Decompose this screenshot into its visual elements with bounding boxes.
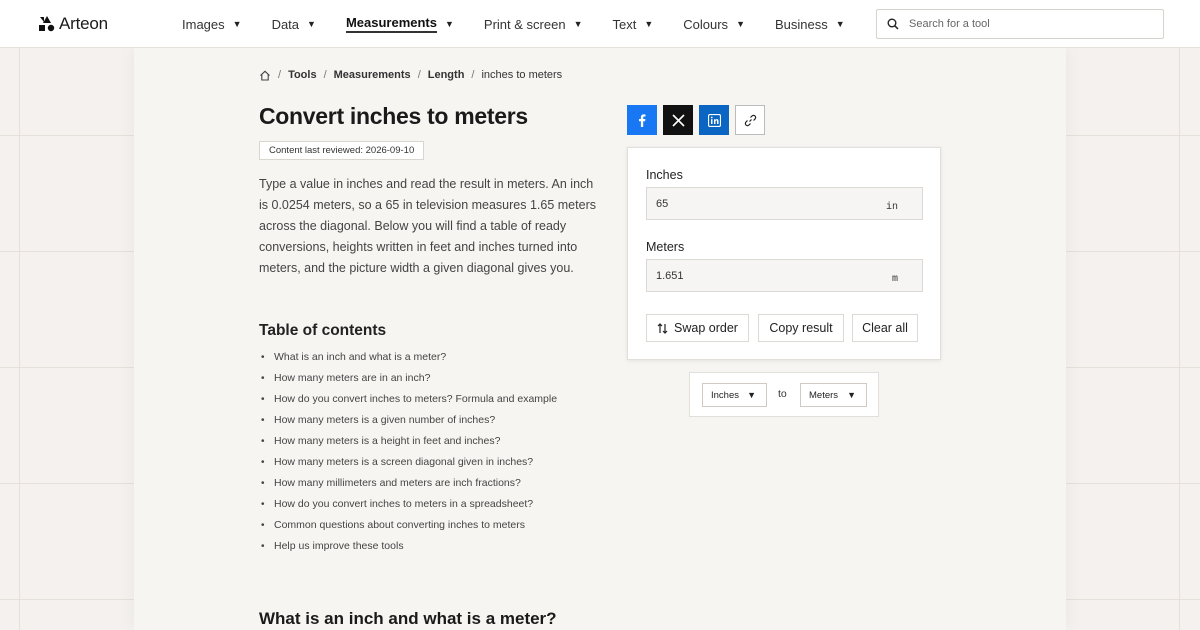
nav-item-label: Text [612, 16, 637, 32]
toc-link[interactable]: How many meters are in an inch? [259, 371, 557, 392]
toc-link[interactable]: How many millimeters and meters are inch… [259, 476, 557, 497]
toc-link[interactable]: How many meters is a screen diagonal giv… [259, 455, 557, 476]
nav-item-business[interactable]: Business ▼ [775, 0, 845, 48]
caret-down-icon: ▼ [573, 19, 583, 29]
share-linkedin-button[interactable] [699, 105, 729, 135]
share-facebook-button[interactable] [627, 105, 657, 135]
copy-result-label: Copy result [769, 321, 833, 335]
caret-down-icon: ▼ [307, 19, 316, 29]
caret-down-icon: ▼ [835, 19, 845, 29]
caret-down-icon: ▼ [747, 390, 756, 400]
swap-icon [657, 322, 668, 334]
home-icon[interactable] [259, 70, 271, 81]
nav-item-label: Images [182, 16, 225, 32]
nav-item-text[interactable]: Text ▼ [613, 0, 654, 48]
search-icon [887, 18, 899, 30]
to-field[interactable]: m [646, 259, 923, 292]
nav-item-measurements[interactable]: Measurements ▼ [345, 0, 454, 48]
toc-link[interactable]: How many meters is a height in feet and … [259, 434, 557, 455]
nav-item-label: Data [271, 16, 300, 32]
section-heading: What is an inch and what is a meter? [259, 609, 557, 628]
breadcrumb-current: inches to meters [481, 69, 563, 81]
facebook-icon [639, 113, 646, 127]
caret-down-icon: ▼ [445, 19, 454, 29]
toc-link[interactable]: Help us improve these tools [259, 539, 557, 560]
breadcrumb-separator: / [323, 69, 327, 81]
breadcrumb-link-measurements[interactable]: Measurements [334, 69, 411, 81]
page-title: Convert inches to meters [259, 103, 528, 129]
from-unit-select[interactable]: Inches ▼ [702, 383, 767, 407]
converter-panel: Inches in Meters m Swap order Copy resul… [627, 147, 941, 360]
share-x-button[interactable] [663, 105, 693, 135]
toc-link[interactable]: How do you convert inches to meters in a… [259, 497, 557, 518]
breadcrumb: / Tools / Measurements / Length / inches… [259, 69, 562, 81]
toc-link[interactable]: Common questions about converting inches… [259, 518, 557, 539]
from-unit-select-value: Inches [711, 389, 739, 401]
logo-icon [39, 16, 55, 32]
toc-link[interactable]: What is an inch and what is a meter? [259, 350, 557, 371]
caret-down-icon: ▼ [736, 19, 745, 29]
unit-connector: to [778, 388, 787, 400]
clear-all-label: Clear all [862, 321, 908, 335]
breadcrumb-separator: / [278, 69, 282, 81]
caret-down-icon: ▼ [232, 19, 242, 29]
copy-link-button[interactable] [735, 105, 765, 135]
share-buttons [627, 105, 765, 135]
breadcrumb-link-tools[interactable]: Tools [288, 69, 317, 81]
site-header: Arteon Images ▼ Data ▼ Measurements ▼ Pr… [0, 0, 1200, 48]
toc-link[interactable]: How do you convert inches to meters? For… [259, 392, 557, 413]
caret-down-icon: ▼ [847, 390, 856, 400]
nav-item-label: Business [774, 16, 828, 32]
nav-item-colours[interactable]: Colours ▼ [683, 0, 745, 48]
meters-input[interactable] [656, 269, 856, 282]
toc-heading: Table of contents [259, 322, 387, 339]
swap-order-button[interactable]: Swap order [646, 314, 749, 342]
inches-input[interactable] [656, 197, 856, 210]
copy-result-button[interactable]: Copy result [758, 314, 844, 342]
to-field-label: Meters [646, 240, 685, 254]
nav-item-label: Measurements [345, 15, 437, 33]
link-icon [744, 114, 756, 126]
search-input[interactable] [909, 18, 1149, 30]
main-nav: Images ▼ Data ▼ Measurements ▼ Print & s… [182, 0, 875, 48]
x-icon [671, 113, 685, 127]
from-field-label: Inches [646, 168, 683, 182]
table-of-contents: What is an inch and what is a meter? How… [259, 350, 557, 560]
from-unit: in [885, 202, 898, 213]
logo[interactable]: Arteon [39, 14, 108, 34]
nav-item-data[interactable]: Data ▼ [272, 0, 316, 48]
caret-down-icon: ▼ [644, 19, 654, 29]
swap-order-label: Swap order [674, 321, 738, 335]
from-field[interactable]: in [646, 187, 923, 220]
reviewed-badge: Content last reviewed: 2026-09-10 [259, 141, 425, 160]
breadcrumb-link-length[interactable]: Length [428, 69, 465, 81]
to-unit-select[interactable]: Meters ▼ [800, 383, 867, 407]
to-unit-select-value: Meters [809, 389, 839, 401]
intro-paragraph: Type a value in inches and read the resu… [259, 177, 596, 275]
breadcrumb-separator: / [417, 69, 421, 81]
nav-item-label: Colours [683, 16, 729, 32]
unit-picker: Inches ▼ to Meters ▼ [689, 372, 879, 417]
clear-all-button[interactable]: Clear all [852, 314, 918, 342]
linkedin-icon [707, 113, 721, 127]
nav-item-images[interactable]: Images ▼ [182, 0, 242, 48]
brand-name: Arteon [59, 14, 108, 33]
search-box[interactable] [876, 9, 1164, 39]
nav-item-print-screen[interactable]: Print & screen ▼ [484, 0, 583, 48]
nav-item-label: Print & screen [483, 16, 566, 32]
breadcrumb-separator: / [471, 69, 475, 81]
to-unit: m [891, 274, 898, 285]
toc-link[interactable]: How many meters is a given number of inc… [259, 413, 557, 434]
